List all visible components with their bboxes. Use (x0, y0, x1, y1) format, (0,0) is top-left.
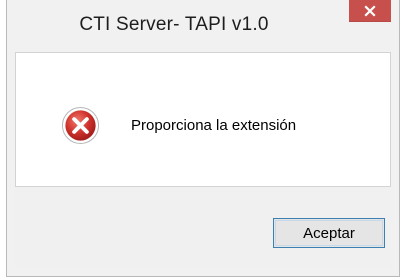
error-icon (61, 106, 100, 145)
window-title: CTI Server- TAPI v1.0 (79, 14, 269, 35)
title-bar[interactable]: CTI Server- TAPI v1.0 (7, 0, 399, 52)
error-message: Proporciona la extensión (131, 117, 297, 134)
close-button[interactable] (349, 0, 391, 22)
close-icon (364, 5, 376, 17)
ok-button[interactable]: Aceptar (273, 218, 385, 248)
button-area: Aceptar (15, 187, 391, 269)
dialog-window: CTI Server- TAPI v1.0 Proporciona la ext… (6, 0, 400, 277)
message-area: Proporciona la extensión (15, 52, 391, 187)
